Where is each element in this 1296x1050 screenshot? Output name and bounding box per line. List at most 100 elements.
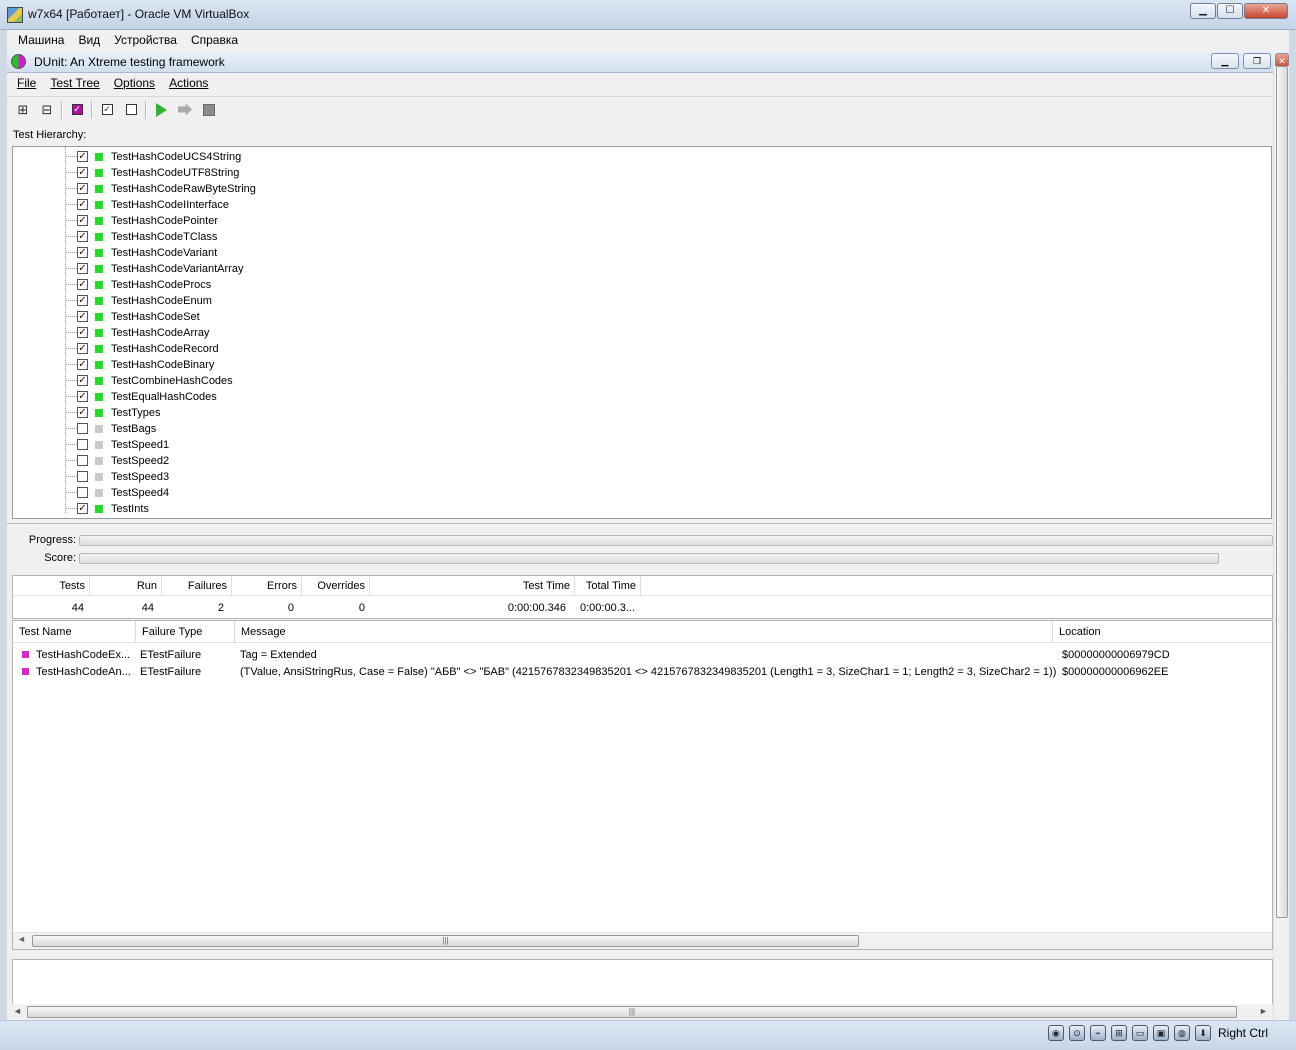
dunit-minimize-button[interactable]: ▁ bbox=[1211, 53, 1239, 69]
tree-node-checkbox[interactable]: ✓ bbox=[77, 503, 88, 514]
tree-node[interactable]: ✓ TestHashCodeArray bbox=[13, 325, 1271, 341]
shared-folder-icon[interactable]: ▭ bbox=[1131, 1025, 1148, 1041]
tree-node[interactable]: ✓ TestHashCodeRawByteString bbox=[13, 181, 1271, 197]
tree-node-checkbox[interactable]: ✓ bbox=[77, 295, 88, 306]
tree-node-checkbox[interactable]: ✓ bbox=[77, 311, 88, 322]
tree-node-checkbox[interactable]: ✓ bbox=[77, 279, 88, 290]
network-icon[interactable]: ⊞ bbox=[1110, 1025, 1127, 1041]
tree-node[interactable]: ✓ TestHashCodePointer bbox=[13, 213, 1271, 229]
tree-node-checkbox[interactable]: ✓ bbox=[77, 167, 88, 178]
tree-node-checkbox[interactable]: ✓ bbox=[77, 151, 88, 162]
menu-actions[interactable]: Actions bbox=[162, 73, 215, 93]
menu-options[interactable]: Options bbox=[107, 73, 162, 93]
tree-node-checkbox[interactable]: ✓ bbox=[77, 247, 88, 258]
minimize-button[interactable]: ▁ bbox=[1190, 3, 1216, 19]
scroll-left-icon[interactable]: ◄ bbox=[17, 934, 26, 944]
scroll-thumb[interactable]: ||| bbox=[32, 935, 859, 947]
tree-node-checkbox[interactable]: ✓ bbox=[77, 263, 88, 274]
menu-view[interactable]: Вид bbox=[71, 30, 107, 50]
tree-node-checkbox[interactable] bbox=[77, 455, 88, 466]
tree-node[interactable]: TestSpeed2 bbox=[13, 453, 1271, 469]
splitter[interactable] bbox=[7, 523, 1273, 527]
close-button[interactable]: ✕ bbox=[1244, 3, 1288, 19]
select-all-icon[interactable]: ✓ bbox=[97, 100, 117, 120]
tree-node[interactable]: ✓ TestHashCodeVariantArray bbox=[13, 261, 1271, 277]
tree-node[interactable]: TestSpeed3 bbox=[13, 469, 1271, 485]
tree-node-checkbox[interactable]: ✓ bbox=[77, 359, 88, 370]
tree-node-checkbox[interactable]: ✓ bbox=[77, 215, 88, 226]
vertical-scroll-thumb[interactable] bbox=[1276, 66, 1288, 918]
tree-node[interactable]: ✓ TestHashCodeUTF8String bbox=[13, 165, 1271, 181]
tree-node-checkbox[interactable] bbox=[77, 423, 88, 434]
tree-node-checkbox[interactable] bbox=[77, 439, 88, 450]
menu-machine[interactable]: Машина bbox=[11, 30, 71, 50]
tree-node[interactable]: ✓ TestHashCodeTClass bbox=[13, 229, 1271, 245]
tree-node[interactable]: TestSpeed1 bbox=[13, 437, 1271, 453]
tree-node[interactable]: TestBags bbox=[13, 421, 1271, 437]
optical-drive-icon[interactable]: ⊙ bbox=[1068, 1025, 1085, 1041]
tree-node[interactable]: ✓ TestHashCodeIInterface bbox=[13, 197, 1271, 213]
stats-header-total-time[interactable]: Total Time bbox=[575, 576, 641, 596]
video-capture-icon[interactable]: ▣ bbox=[1152, 1025, 1169, 1041]
column-test-name[interactable]: Test Name bbox=[13, 621, 136, 643]
menu-file[interactable]: File bbox=[10, 73, 43, 93]
failure-row[interactable]: TestHashCodeAn... ETestFailure (TValue, … bbox=[13, 664, 1272, 681]
tree-node[interactable]: ✓ TestHashCodeSet bbox=[13, 309, 1271, 325]
tree-node[interactable]: ✓ TestHashCodeRecord bbox=[13, 341, 1271, 357]
failure-row[interactable]: TestHashCodeEx... ETestFailure Tag = Ext… bbox=[13, 647, 1272, 664]
vbox-scroll-thumb[interactable]: ||| bbox=[27, 1006, 1237, 1018]
tree-node[interactable]: ✓ TestHashCodeEnum bbox=[13, 293, 1271, 309]
stats-header-run[interactable]: Run bbox=[90, 576, 162, 596]
run-selected-icon[interactable] bbox=[175, 100, 195, 120]
tree-node[interactable]: ✓ TestHashCodeProcs bbox=[13, 277, 1271, 293]
tree-node-checkbox[interactable]: ✓ bbox=[77, 327, 88, 338]
tree-node-checkbox[interactable]: ✓ bbox=[77, 199, 88, 210]
maximize-button[interactable]: ☐ bbox=[1217, 3, 1243, 19]
tree-node-checkbox[interactable]: ✓ bbox=[77, 407, 88, 418]
scroll-left-icon[interactable]: ◄ bbox=[13, 1006, 22, 1016]
column-location[interactable]: Location bbox=[1053, 621, 1274, 643]
tree-node-checkbox[interactable]: ✓ bbox=[77, 183, 88, 194]
mouse-integration-icon[interactable]: ◍ bbox=[1173, 1025, 1190, 1041]
tree-node[interactable]: TestSpeed4 bbox=[13, 485, 1271, 501]
scroll-right-icon[interactable]: ► bbox=[1259, 1006, 1268, 1016]
stats-header-tests[interactable]: Tests bbox=[13, 576, 90, 596]
tree-node-checkbox[interactable]: ✓ bbox=[77, 231, 88, 242]
tree-node-checkbox[interactable]: ✓ bbox=[77, 391, 88, 402]
tree-node[interactable]: ✓ TestHashCodeBinary bbox=[13, 357, 1271, 373]
tree-node[interactable]: ✓ TestCombineHashCodes bbox=[13, 373, 1271, 389]
guest-display[interactable]: DUnit: An Xtreme testing framework ▁ ❐ ✕… bbox=[7, 50, 1289, 1020]
host-key-icon[interactable]: ⬇ bbox=[1194, 1025, 1211, 1041]
tree-node[interactable]: ✓ TestTypes bbox=[13, 405, 1271, 421]
stats-header-failures[interactable]: Failures bbox=[162, 576, 232, 596]
menu-devices[interactable]: Устройства bbox=[107, 30, 184, 50]
hard-disk-icon[interactable]: ◉ bbox=[1047, 1025, 1064, 1041]
failures-horizontal-scrollbar[interactable]: ◄ ||| bbox=[13, 932, 1272, 949]
tree-node-checkbox[interactable]: ✓ bbox=[77, 375, 88, 386]
expand-tree-icon[interactable]: ⊞ bbox=[13, 100, 33, 120]
collapse-tree-icon[interactable]: ⊟ bbox=[37, 100, 57, 120]
menu-test-tree[interactable]: Test Tree bbox=[43, 73, 106, 93]
vertical-scrollbar[interactable] bbox=[1273, 66, 1289, 1020]
tree-node[interactable]: ✓ TestHashCodeVariant bbox=[13, 245, 1271, 261]
stats-header-test-time[interactable]: Test Time bbox=[370, 576, 575, 596]
tree-node-checkbox[interactable] bbox=[77, 471, 88, 482]
failures-list[interactable]: Test Name Failure Type Message Location … bbox=[12, 620, 1273, 950]
tree-node-checkbox[interactable]: ✓ bbox=[77, 343, 88, 354]
menu-help[interactable]: Справка bbox=[184, 30, 245, 50]
tree-node-checkbox[interactable] bbox=[77, 487, 88, 498]
deselect-all-icon[interactable] bbox=[121, 100, 141, 120]
column-message[interactable]: Message bbox=[235, 621, 1053, 643]
tree-node[interactable]: ✓ TestInts bbox=[13, 501, 1271, 517]
tree-node[interactable]: ✓ TestEqualHashCodes bbox=[13, 389, 1271, 405]
tree-node[interactable]: ✓ TestHashCodeUCS4String bbox=[13, 149, 1271, 165]
select-failed-icon[interactable]: ✓ bbox=[67, 100, 87, 120]
test-tree[interactable]: ✓ TestHashCodeUCS4String ✓ TestHashCodeUTF8… bbox=[12, 146, 1272, 519]
usb-icon[interactable]: ⌁ bbox=[1089, 1025, 1106, 1041]
run-icon[interactable] bbox=[151, 100, 171, 120]
stop-icon[interactable] bbox=[199, 100, 219, 120]
column-failure-type[interactable]: Failure Type bbox=[136, 621, 235, 643]
dunit-restore-button[interactable]: ❐ bbox=[1243, 53, 1271, 69]
stats-header-overrides[interactable]: Overrides bbox=[302, 576, 370, 596]
stats-header-errors[interactable]: Errors bbox=[232, 576, 302, 596]
